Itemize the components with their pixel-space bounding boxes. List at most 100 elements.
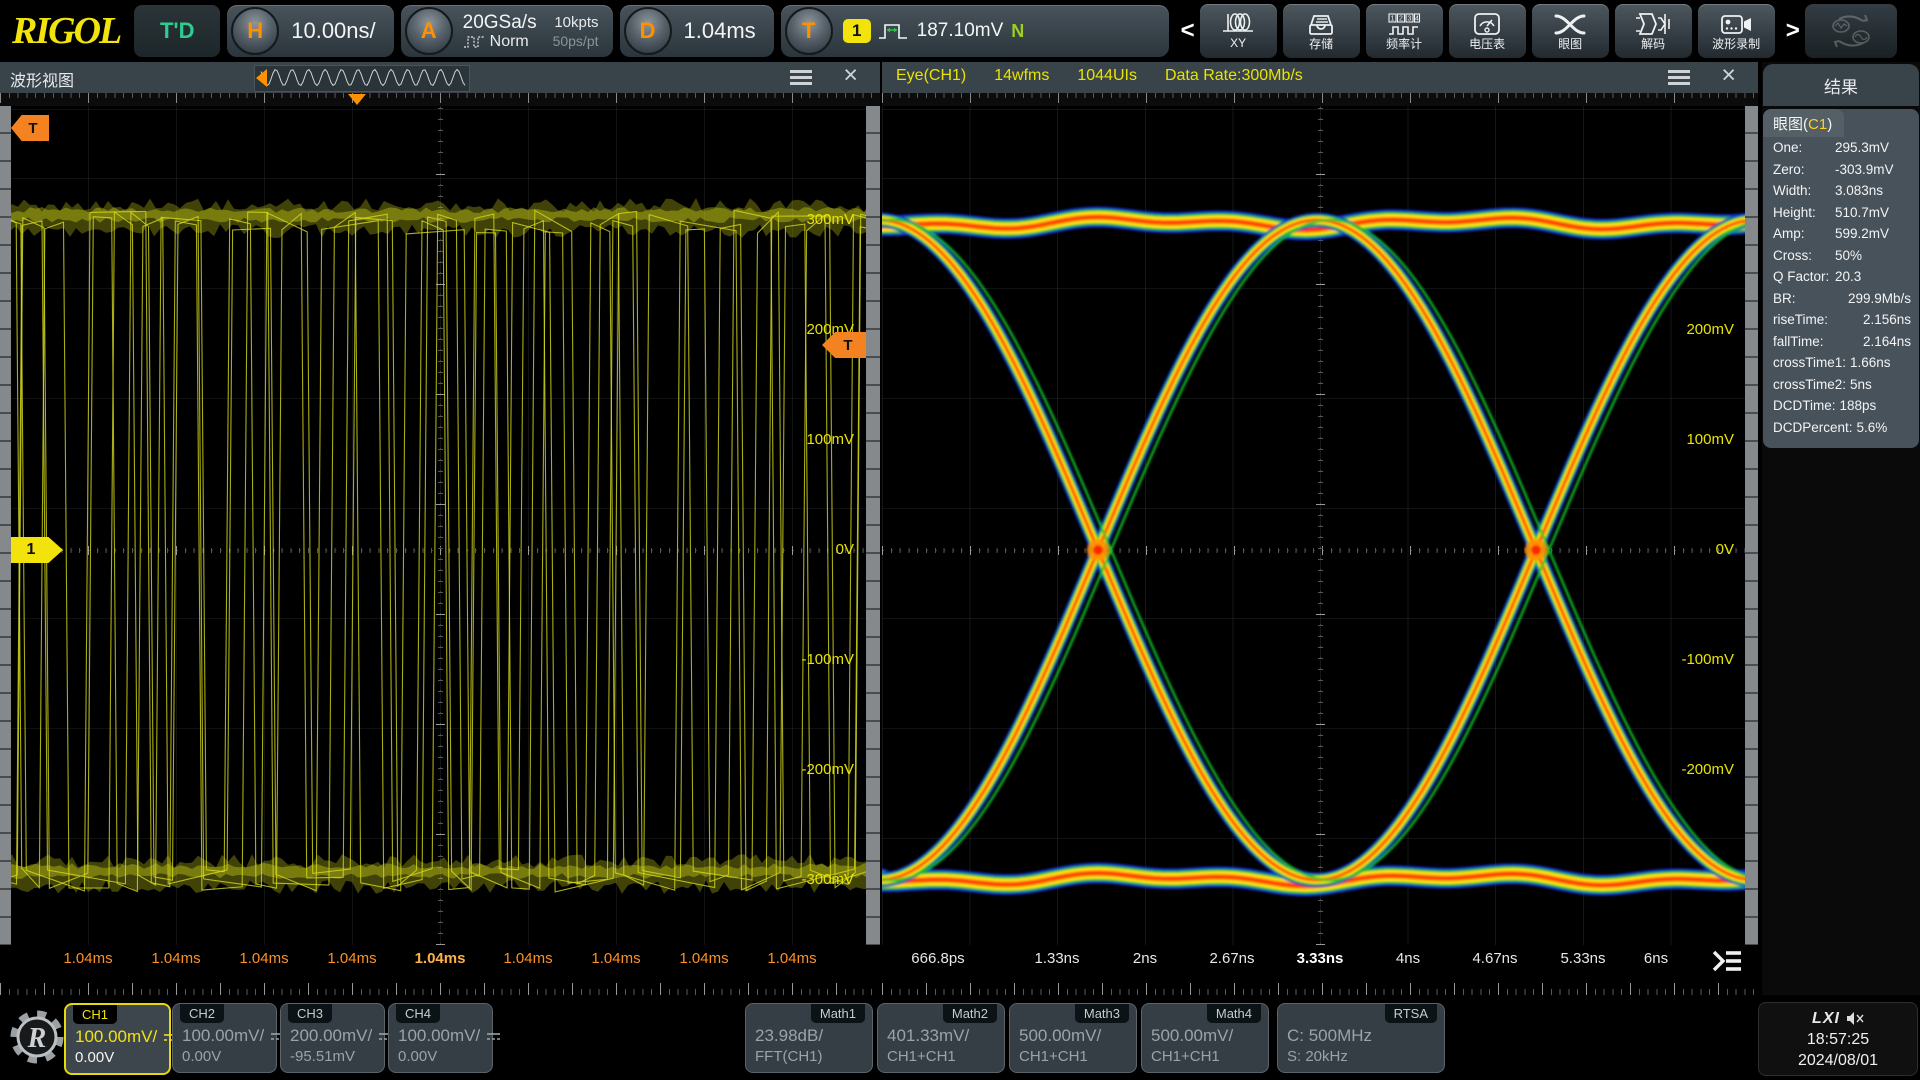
eye-expand-menu-button[interactable]: [1710, 948, 1742, 979]
wave-x-label: 1.04ms: [503, 950, 553, 967]
math1-block[interactable]: Math1 23.98dB/ FFT(CH1): [745, 1003, 873, 1073]
trigger-knob[interactable]: T: [784, 7, 833, 55]
results-tab-eye-c1[interactable]: 眼图(C1): [1763, 109, 1845, 137]
record-position-strip[interactable]: [254, 65, 470, 92]
svg-text:1: 1: [1391, 15, 1395, 22]
toolbar-scroll-right[interactable]: >: [1786, 17, 1800, 45]
eye-x-label: 5.33ns: [1560, 950, 1606, 967]
result-value: 510.7mV: [1835, 204, 1890, 220]
toolbar-button-record[interactable]: 波形录制: [1697, 4, 1775, 58]
result-value: 5ns: [1850, 376, 1872, 392]
wave-y-label: -100mV: [801, 651, 854, 668]
acquire-block[interactable]: A 20GSa/s Norm 10kpts 50ps/pt: [400, 5, 613, 57]
wave-y-label: 0V: [835, 541, 854, 558]
waveform-close-icon[interactable]: ×: [843, 60, 858, 91]
record-position-wave: [260, 68, 466, 87]
toolbar-button-xy[interactable]: XY: [1199, 4, 1277, 58]
result-row: BR: 299.9Mb/s: [1763, 288, 1919, 310]
horizontal-knob[interactable]: H: [231, 7, 280, 55]
toolbar-label-storage: 存储: [1309, 36, 1334, 51]
rtsa-center-freq: C: 500MHz: [1287, 1026, 1373, 1045]
ch3-offset: -95.51mV: [290, 1048, 356, 1065]
eye-y-label: 100mV: [1686, 431, 1734, 448]
gear-icon: R: [10, 1010, 64, 1064]
wave-y-label: -200mV: [801, 761, 854, 778]
toolbar-scroll-left[interactable]: <: [1181, 17, 1195, 45]
eye-x-label: 666.8ps: [911, 950, 965, 967]
result-value: -303.9mV: [1835, 161, 1894, 177]
result-label: Width:: [1773, 183, 1812, 198]
clock-time: 18:57:25: [1806, 1030, 1870, 1048]
result-value: 2.156ns: [1862, 312, 1911, 327]
results-sidebar: 结果 眼图(C1) One: 295.3mV Zero: -303.9mV Widt…: [1762, 62, 1920, 995]
channel-block-ch4[interactable]: CH4 100.00mV/ 0.00V: [388, 1003, 501, 1073]
eye-wfms-count: 14wfms: [994, 67, 1050, 84]
toolbar-button-eye[interactable]: 眼图: [1531, 4, 1609, 58]
toolbar-button-storage[interactable]: 存储: [1282, 4, 1360, 58]
math4-block[interactable]: Math4 500.00mV/ CH1+CH1: [1141, 1003, 1269, 1073]
top-bar: RIGOL T'D H 10.00ns/ A 20GSa/s Norm 10kp…: [0, 0, 1920, 62]
trigger-sweep-mode: N: [1011, 20, 1025, 41]
waveform-bottom-ruler: [0, 980, 880, 995]
result-label: Amp:: [1773, 226, 1805, 241]
trigger-block[interactable]: T 1 187.10mV N: [780, 5, 1169, 57]
channel-block-ch2[interactable]: CH2 100.00mV/ 0.00V: [172, 1003, 285, 1073]
toolbar-label-record: 波形录制: [1712, 36, 1761, 51]
result-row: crossTime1: 1.66ns: [1763, 352, 1919, 374]
eye-top-ruler: [882, 93, 1758, 106]
trigger-position-marker[interactable]: [348, 94, 366, 105]
result-label: crossTime2:: [1773, 376, 1847, 392]
eye-x-label: 2.67ns: [1209, 950, 1255, 967]
eye-bottom-ruler: [882, 980, 1758, 995]
delay-knob[interactable]: D: [623, 7, 672, 55]
wave-y-label: -300mV: [801, 871, 854, 888]
wave-x-label: 1.04ms: [327, 950, 377, 967]
result-value: 599.2mV: [1835, 226, 1890, 241]
ch2-offset: 0.00V: [182, 1048, 222, 1065]
result-row: fallTime: 2.164ns: [1763, 331, 1919, 353]
eye-plot-area[interactable]: 200mV 100mV 0V -100mV -200mV: [882, 106, 1758, 945]
result-value: 2.164ns: [1862, 333, 1911, 349]
eye-close-icon[interactable]: ×: [1721, 60, 1736, 91]
horizontal-block[interactable]: H 10.00ns/: [227, 5, 394, 57]
trigger-level: 187.10mV: [916, 20, 1004, 41]
math2-tab: Math2: [942, 1004, 997, 1023]
eye-menu-icon[interactable]: [1668, 70, 1690, 73]
waveform-left-scrollbar[interactable]: [0, 106, 11, 945]
waveform-menu-icon[interactable]: [790, 70, 812, 73]
toolbar-button-decode[interactable]: 解码: [1614, 4, 1692, 58]
waveform-plot-area[interactable]: 300mV 200mV 100mV 0V -100mV -200mV -300m…: [0, 106, 880, 945]
acquire-mode-icon: [463, 36, 484, 48]
eye-right-scrollbar[interactable]: [1745, 106, 1758, 945]
datetime-status-block[interactable]: LXI 18:57:25 2024/08/01: [1758, 1002, 1918, 1076]
math3-block[interactable]: Math3 500.00mV/ CH1+CH1: [1009, 1003, 1137, 1073]
clock-date: 2024/08/01: [1797, 1051, 1879, 1069]
eye-x-label: 1.33ns: [1034, 950, 1080, 967]
channel1-level-flag-label: 1: [26, 541, 36, 558]
channel-block-ch3[interactable]: CH3 200.00mV/ Ω -95.51mV: [280, 1003, 412, 1073]
math2-block[interactable]: Math2 401.33mV/ CH1+CH1: [877, 1003, 1005, 1073]
result-row: Height: 510.7mV: [1763, 202, 1919, 224]
trigger-status-badge[interactable]: T'D: [134, 5, 221, 57]
acquire-knob[interactable]: A: [404, 7, 453, 55]
expand-menu-icon: [1712, 950, 1741, 972]
results-tab-prefix: 眼图(: [1773, 116, 1808, 133]
rtsa-block[interactable]: RTSA C: 500MHz S: 20kHz: [1277, 1003, 1445, 1073]
results-tab-channel: C1: [1808, 116, 1828, 133]
waveform-compare-button[interactable]: [1804, 4, 1897, 58]
result-label: crossTime1:: [1773, 355, 1847, 370]
math2-expression: CH1+CH1: [887, 1048, 956, 1065]
waveform-panel-title: 波形视图: [10, 73, 75, 90]
toolbar-button-counter[interactable]: 1234 频率计: [1365, 4, 1443, 58]
panel-divider-scrollbar[interactable]: [866, 106, 880, 945]
delay-block[interactable]: D 1.04ms: [619, 5, 774, 57]
ch3-tab: CH3: [288, 1004, 333, 1023]
xy-icon: [1223, 13, 1254, 32]
result-value: 188ps: [1839, 398, 1877, 413]
toolbar-button-voltmeter[interactable]: 电压表: [1448, 4, 1526, 58]
rigol-gear-button[interactable]: R: [8, 1007, 66, 1072]
ch1-waveform-trace: [0, 198, 880, 894]
channel-block-ch1[interactable]: CH1 100.00mV/ Ω 0.00V: [64, 1003, 197, 1075]
trigger-source-badge: 1: [842, 19, 871, 43]
result-value: 50%: [1835, 247, 1863, 263]
